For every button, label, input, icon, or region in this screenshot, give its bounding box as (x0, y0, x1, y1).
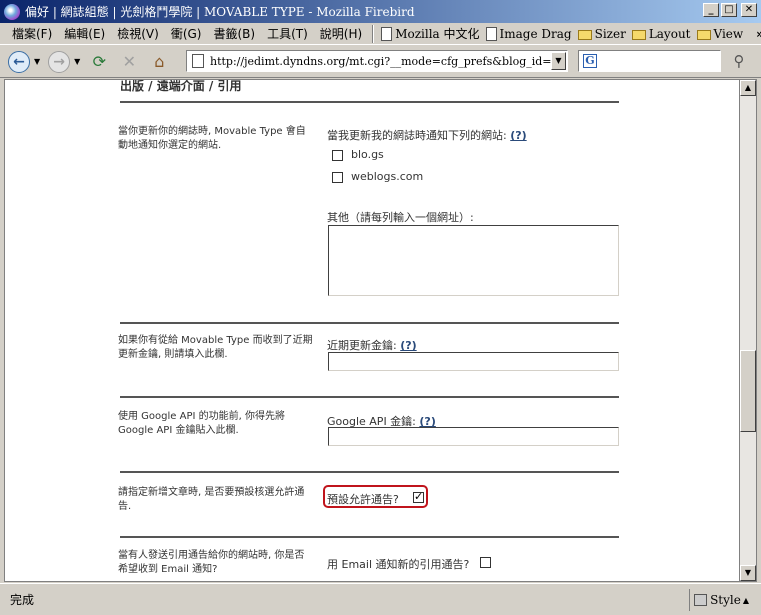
minimize-button[interactable]: _ (703, 3, 719, 17)
home-button[interactable]: ⌂ (148, 51, 170, 73)
allow-pings-help-text: 請指定新增文章時, 是否要預設核選允許通告. (118, 487, 305, 512)
menu-edit[interactable]: 編輯(E) (58, 25, 111, 42)
back-button[interactable]: ← (8, 50, 30, 73)
menu-view[interactable]: 檢視(V) (111, 25, 165, 42)
section-divider (120, 396, 619, 398)
menu-help[interactable]: 說明(H) (314, 25, 368, 42)
menu-go[interactable]: 衝(G) (165, 25, 208, 42)
status-bar: 完成 Style ▲ (0, 583, 761, 615)
section-divider (120, 471, 619, 473)
allow-pings-label: 預設允許通告? (327, 493, 399, 506)
style-button[interactable]: Style ▲ (689, 589, 749, 611)
triangle-up-icon: ▲ (742, 595, 749, 605)
folder-icon (696, 29, 711, 40)
url-text[interactable]: http://jedimt.dyndns.org/mt.cgi?__mode=c… (210, 55, 554, 68)
weblogs-checkbox[interactable] (332, 172, 343, 183)
chevron-more-icon[interactable]: » (756, 27, 761, 41)
forward-button[interactable]: → (48, 50, 71, 73)
bookmark-sizer[interactable]: Sizer (575, 27, 629, 41)
blogs-checkbox[interactable] (332, 150, 343, 161)
notify-help-link[interactable]: (?) (510, 129, 526, 142)
stylesheet-icon (694, 594, 708, 606)
folder-icon (631, 29, 646, 40)
notify-label: 當我更新我的網誌時通知下列的網站: (?) (327, 129, 527, 142)
page-icon (485, 26, 497, 41)
bookmark-image-drag[interactable]: Image Drag (483, 26, 575, 41)
window-title: 偏好 | 網誌組態 | 光劍格鬥學院 | MOVABLE TYPE - Mozi… (25, 5, 415, 19)
menu-bookmarks[interactable]: 書籤(B) (207, 25, 261, 42)
firebird-app-icon (4, 3, 20, 20)
email-pings-checkbox[interactable] (480, 557, 491, 568)
vertical-scrollbar[interactable]: ▲ ▼ (740, 79, 757, 582)
section-divider (120, 322, 619, 324)
weblogs-label: weblogs.com (351, 170, 424, 183)
title-bar: 偏好 | 網誌組態 | 光劍格鬥學院 | MOVABLE TYPE - Mozi… (0, 0, 761, 23)
notify-help-text: 當你更新你的網誌時, Movable Type 會自動地通知你選定的網站. (118, 126, 306, 151)
page-icon (381, 26, 393, 41)
menu-bar: 檔案(F) 編輯(E) 檢視(V) 衝(G) 書籤(B) 工具(T) 說明(H)… (0, 23, 761, 45)
allow-pings-checkbox[interactable] (413, 490, 424, 503)
bookmark-mozilla-zh[interactable]: Mozilla 中文化 (378, 25, 482, 42)
back-dropdown-icon[interactable]: ▼ (34, 57, 40, 66)
google-icon[interactable]: G (583, 54, 597, 68)
update-key-input[interactable] (328, 352, 619, 371)
others-textarea[interactable] (328, 225, 619, 296)
section-title: 出版 / 遠端介面 / 引用 (120, 79, 242, 93)
page-content: 出版 / 遠端介面 / 引用 當你更新你的網誌時, Movable Type 會… (4, 79, 740, 582)
page-icon (192, 54, 204, 68)
section-divider (120, 101, 619, 103)
menu-file[interactable]: 檔案(F) (6, 25, 58, 42)
search-input[interactable]: G (578, 50, 721, 72)
email-pings-help-text: 當有人發送引用通告給你的網站時, 你是否希望收到 Email 通知? (118, 550, 305, 575)
scroll-down-icon[interactable]: ▼ (740, 565, 756, 581)
update-key-help-link[interactable]: (?) (400, 339, 416, 352)
bookmark-layout[interactable]: Layout (629, 27, 694, 41)
search-go-icon[interactable]: ⚲ (728, 51, 750, 71)
url-bar[interactable]: http://jedimt.dyndns.org/mt.cgi?__mode=c… (186, 50, 568, 72)
others-label: 其他（請每列輸入一個網址）: (327, 211, 474, 224)
window-controls: _ □ ✕ (703, 3, 757, 17)
status-text: 完成 (10, 593, 35, 607)
toolbar-separator (372, 24, 375, 43)
folder-icon (577, 29, 592, 40)
email-pings-label: 用 Email 通知新的引用通告? (327, 558, 470, 571)
menu-tools[interactable]: 工具(T) (261, 25, 314, 42)
forward-dropdown-icon[interactable]: ▼ (74, 57, 80, 66)
reload-button[interactable]: ⟳ (88, 51, 110, 73)
close-button[interactable]: ✕ (741, 3, 757, 17)
blogs-label: blo.gs (351, 148, 384, 161)
url-dropdown-icon[interactable]: ▼ (551, 52, 566, 70)
navigation-toolbar: ← ▼ → ▼ ⟳ ✕ ⌂ http://jedimt.dyndns.org/m… (0, 46, 761, 78)
stop-button[interactable]: ✕ (118, 51, 140, 73)
scroll-up-icon[interactable]: ▲ (740, 80, 756, 96)
update-key-help-text: 如果你有從給 Movable Type 而收到了近期更新金鑰, 則請填入此欄. (118, 335, 313, 360)
update-key-label: 近期更新金鑰: (?) (327, 339, 417, 352)
scroll-thumb[interactable] (740, 350, 756, 432)
bookmark-view[interactable]: View (694, 27, 747, 41)
google-api-help-text: 使用 Google API 的功能前, 你得先將 Google API 金鑰貼入… (118, 411, 285, 436)
google-api-input[interactable] (328, 427, 619, 446)
section-divider (120, 536, 619, 538)
maximize-button[interactable]: □ (721, 3, 737, 17)
